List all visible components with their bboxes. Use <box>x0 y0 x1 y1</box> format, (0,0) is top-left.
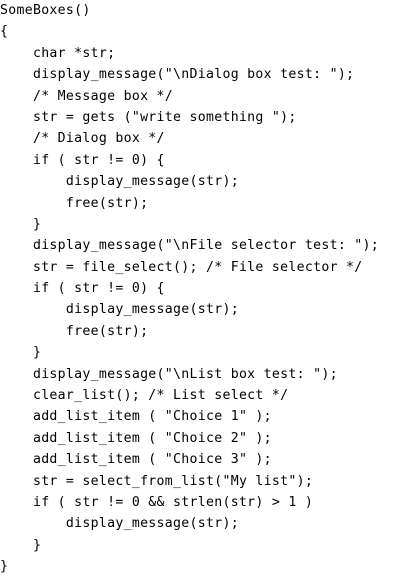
code-line: str = select_from_list("My list"); <box>0 473 314 489</box>
code-line: free(str); <box>0 195 149 211</box>
code-listing: SomeBoxes() { char *str; display_message(… <box>0 0 417 578</box>
code-line: { <box>0 24 9 40</box>
code-line: } <box>0 559 9 575</box>
code-line: str = file_select(); /* File selector */ <box>0 259 363 275</box>
code-line: } <box>0 537 42 553</box>
code-line: display_message(str); <box>0 302 239 318</box>
code-line: display_message("\nDialog box test: "); <box>0 67 355 83</box>
code-line: str = gets ("write something "); <box>0 109 297 125</box>
code-line: char *str; <box>0 45 116 61</box>
code-line: } <box>0 216 42 232</box>
code-line: display_message(str); <box>0 174 239 190</box>
code-line: add_list_item ( "Choice 1" ); <box>0 409 272 425</box>
code-line: if ( str != 0) { <box>0 281 165 297</box>
code-line: free(str); <box>0 323 149 339</box>
code-line: } <box>0 345 42 361</box>
code-line: if ( str != 0) { <box>0 152 165 168</box>
code-line: display_message(str); <box>0 516 239 532</box>
code-line: add_list_item ( "Choice 3" ); <box>0 452 272 468</box>
code-line: display_message("\nList box test: "); <box>0 366 338 382</box>
code-line: display_message("\nFile selector test: "… <box>0 238 380 254</box>
code-line: /* Message box */ <box>0 88 174 104</box>
code-line: /* Dialog box */ <box>0 131 165 147</box>
code-line: clear_list(); /* List select */ <box>0 388 289 404</box>
code-line: add_list_item ( "Choice 2" ); <box>0 430 272 446</box>
code-line: SomeBoxes() <box>0 3 91 18</box>
code-line: if ( str != 0 && strlen(str) > 1 ) <box>0 494 314 510</box>
